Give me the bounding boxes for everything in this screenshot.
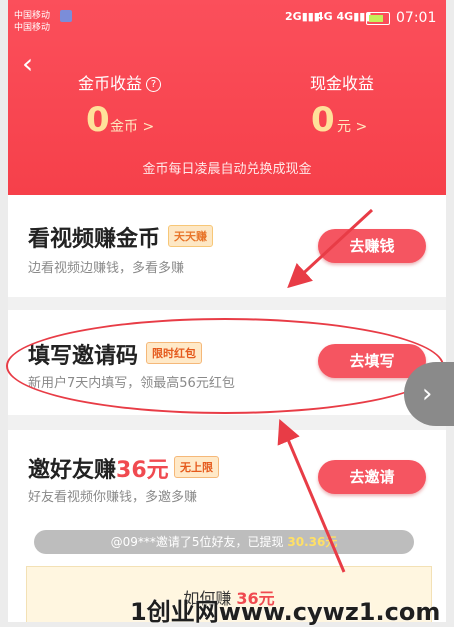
arrow-icon — [287, 208, 374, 289]
annotation-arrows — [277, 208, 374, 573]
arrow-icon — [277, 418, 346, 573]
